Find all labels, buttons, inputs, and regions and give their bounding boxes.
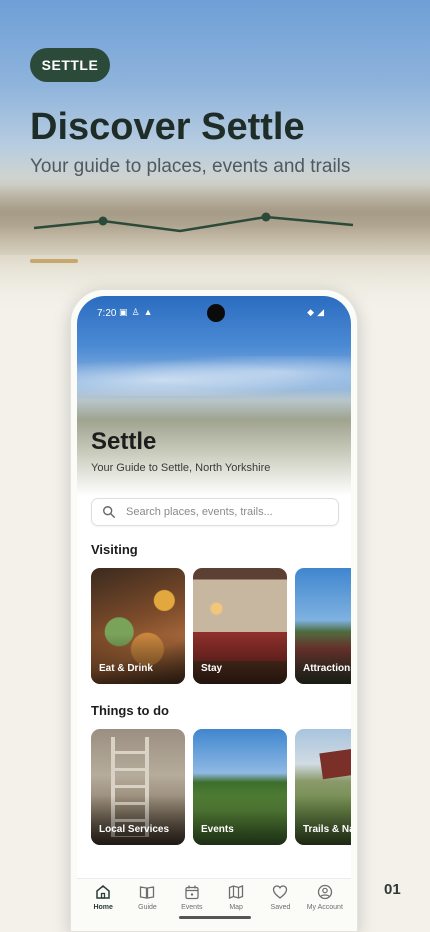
nav-label: Map [229, 904, 243, 911]
card-label: Stay [201, 663, 223, 674]
card-trails-nature[interactable]: Trails & Nat [295, 729, 351, 845]
heart-icon [273, 885, 288, 899]
person-icon: ♙ [131, 307, 144, 317]
home-icon [96, 885, 110, 899]
card-label: Trails & Nat [303, 824, 351, 835]
nav-saved[interactable]: Saved [258, 879, 302, 931]
book-icon [140, 886, 155, 899]
section-title-visiting: Visiting [91, 542, 138, 557]
phone-frame: 7:20 ▣♙▲ ◆◢ Settle Your Guide to Settle,… [70, 289, 358, 932]
nav-home[interactable]: Home [81, 879, 125, 931]
nav-label: Guide [138, 904, 157, 911]
status-time: 7:20 [97, 308, 117, 319]
nav-label: Home [93, 904, 113, 911]
nav-events[interactable]: Events [170, 879, 214, 931]
map-icon [228, 885, 244, 899]
hero-title: Discover Settle [30, 106, 305, 148]
things-card-row: Local Services Events Trails & Nat [91, 729, 351, 845]
camera-cutout [207, 304, 225, 322]
card-label: Local Services [99, 824, 170, 835]
card-stay[interactable]: Stay [193, 568, 287, 684]
notification-icons: ▣♙▲ [119, 307, 157, 318]
search-input[interactable] [124, 505, 328, 519]
trail-line-decoration [33, 212, 354, 233]
bottom-nav: Home Guide Events Map Saved My Account [77, 878, 351, 931]
photo-icon: ▣ [119, 307, 132, 317]
signal-icon: ◢ [317, 307, 327, 317]
section-title-things-to-do: Things to do [91, 703, 169, 718]
brand-pill: SETTLE [30, 48, 110, 82]
status-bar: 7:20 ▣♙▲ ◆◢ [77, 296, 351, 328]
search-icon [103, 506, 115, 518]
nav-label: Saved [270, 904, 291, 911]
card-attractions[interactable]: Attractions [295, 568, 351, 684]
phone-screen: 7:20 ▣♙▲ ◆◢ Settle Your Guide to Settle,… [77, 296, 351, 931]
page-number: 01 [384, 881, 401, 898]
visiting-card-row: Eat & Drink Stay Attractions [91, 568, 351, 684]
card-label: Eat & Drink [99, 663, 153, 674]
calendar-icon [185, 885, 199, 900]
nav-label: Events [181, 904, 203, 911]
card-label: Events [201, 824, 234, 835]
card-label: Attractions [303, 663, 351, 674]
app-subtitle: Your Guide to Settle, North Yorkshire [91, 462, 271, 474]
card-local-services[interactable]: Local Services [91, 729, 185, 845]
nav-my-account[interactable]: My Account [303, 879, 347, 931]
warning-icon: ▲ [143, 307, 157, 317]
wifi-icon: ◆ [307, 307, 318, 317]
card-eat-drink[interactable]: Eat & Drink [91, 568, 185, 684]
accent-bar [30, 259, 78, 263]
account-icon [317, 884, 332, 900]
app-title: Settle [91, 428, 157, 455]
system-icons: ◆◢ [307, 307, 327, 318]
nav-guide[interactable]: Guide [125, 879, 169, 931]
nav-label: My Account [306, 904, 343, 911]
search-bar[interactable] [91, 498, 339, 526]
nav-map[interactable]: Map [214, 879, 258, 931]
card-events[interactable]: Events [193, 729, 287, 845]
hero-subtitle: Your guide to places, events and trails [30, 156, 351, 177]
home-indicator [179, 916, 251, 919]
